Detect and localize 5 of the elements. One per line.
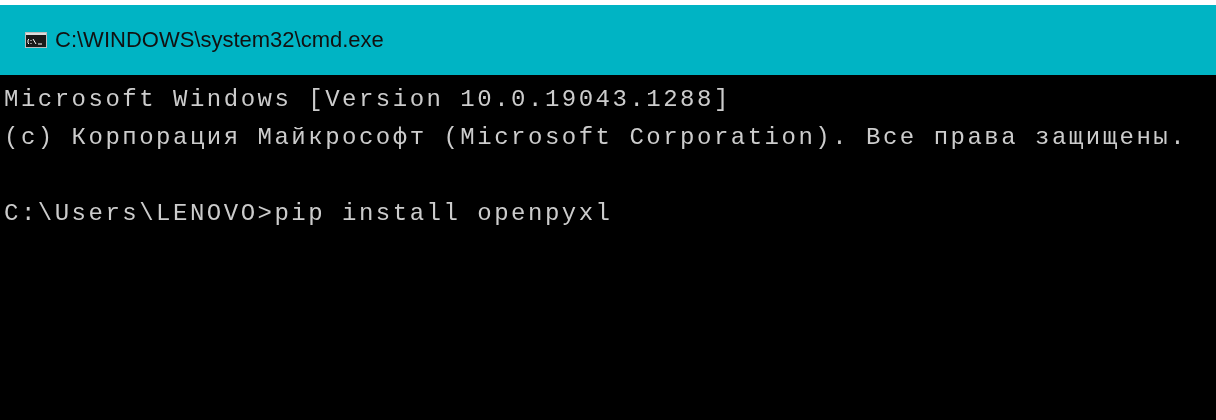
console-line: Microsoft Windows [Version 10.0.19043.1288] <box>4 85 731 115</box>
window-title: C:\WINDOWS\system32\cmd.exe <box>55 27 384 53</box>
console-icon <box>25 32 47 48</box>
console-line: C:\Users\LENOVO>pip install openpyxl <box>4 199 613 229</box>
console-line: (c) Корпорация Майкрософт (Microsoft Corporation). Все права защищены. <box>4 123 1188 153</box>
